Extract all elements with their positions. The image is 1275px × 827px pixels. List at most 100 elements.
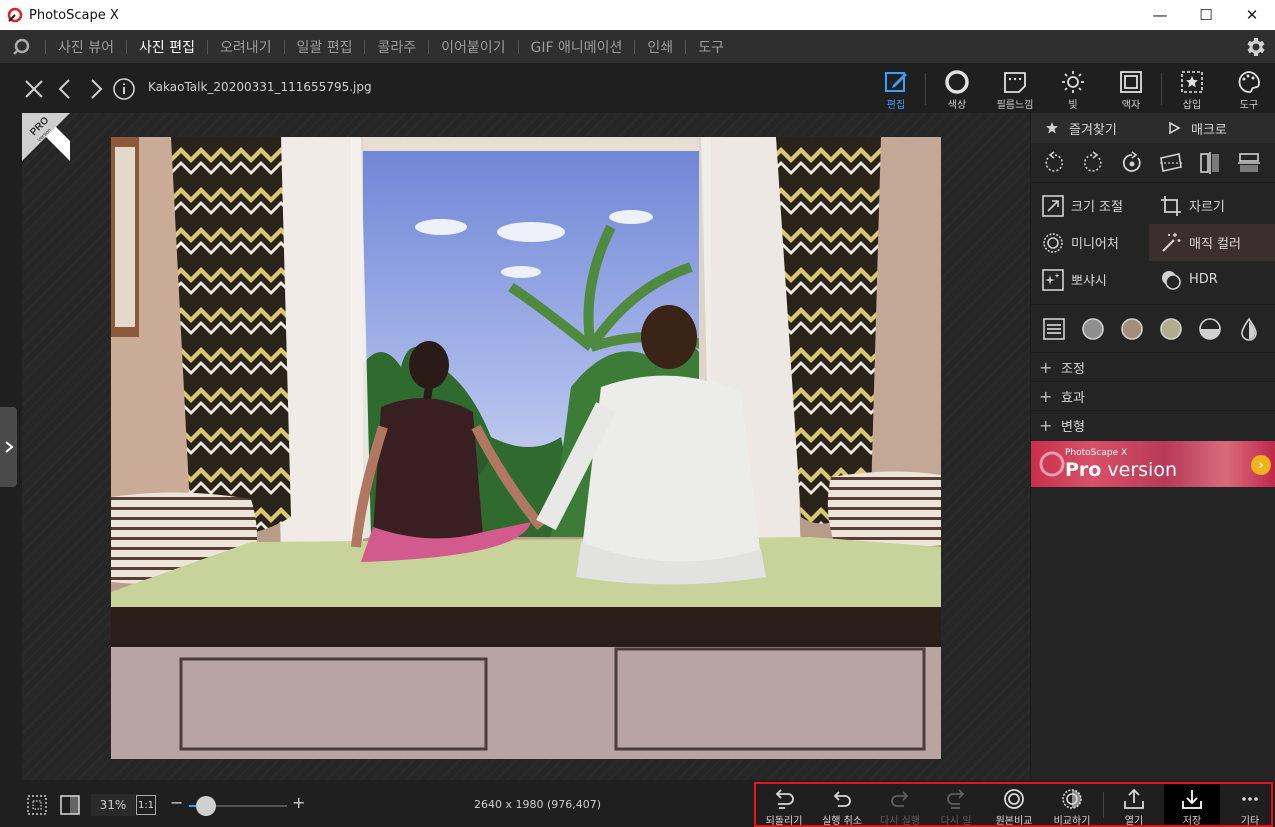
zoom-in-button[interactable]: + <box>292 793 305 812</box>
menu-batch[interactable]: 일괄 편집 <box>285 37 365 57</box>
bloom-icon <box>1042 268 1064 291</box>
miniature-icon <box>1043 232 1063 253</box>
more-button[interactable]: 기타 <box>1222 784 1275 827</box>
split-view-icon[interactable] <box>59 794 81 816</box>
plus-icon: + <box>1039 386 1053 406</box>
rotate-flip-row <box>1031 143 1275 183</box>
zoom-slider[interactable] <box>189 796 287 816</box>
section-transform[interactable]: + 변형 <box>1031 410 1275 439</box>
menu-viewer[interactable]: 사진 뷰어 <box>46 37 126 57</box>
redo-all-icon <box>947 789 965 809</box>
straighten-icon[interactable] <box>1158 150 1184 176</box>
open-button[interactable]: 열기 <box>1106 784 1162 827</box>
drop-icon[interactable] <box>1236 316 1262 342</box>
info-icon[interactable] <box>112 77 136 101</box>
tool-color[interactable]: 색상 <box>931 67 983 113</box>
zoom-out-button[interactable]: − <box>170 793 183 812</box>
rotate-free-icon[interactable] <box>1119 150 1145 176</box>
tab-favorites[interactable]: 즐겨찾기 <box>1031 119 1153 138</box>
list-icon[interactable] <box>1041 316 1067 342</box>
filter-half-icon[interactable] <box>1197 316 1223 342</box>
filter-vintage-icon[interactable] <box>1158 316 1184 342</box>
section-effects[interactable]: + 효과 <box>1031 381 1275 410</box>
close-window-button[interactable]: ✕ <box>1229 0 1275 30</box>
title-bar: PhotoScape X — ☐ ✕ <box>0 0 1275 30</box>
pro-version-badge: PRO Version <box>22 113 70 161</box>
menu-editor[interactable]: 사진 편집 <box>127 37 207 57</box>
redo-all-button[interactable]: 다시 일 <box>928 784 984 827</box>
home-logo-icon[interactable] <box>11 37 31 57</box>
close-icon[interactable] <box>22 77 46 101</box>
color-icon <box>945 70 969 94</box>
undo-button[interactable]: 실행 취소 <box>814 784 870 827</box>
left-panel-toggle[interactable] <box>0 407 17 487</box>
flip-horizontal-icon[interactable] <box>1197 150 1223 176</box>
play-icon <box>1169 121 1181 135</box>
undo-icon <box>833 791 851 807</box>
tool-insert[interactable]: 삽입 <box>1166 67 1218 113</box>
toolbar-separator <box>1161 73 1162 105</box>
edit-actions-group: 되돌리기 실행 취소 다시 실행 다시 일 원본비교 비교하기 열기 저장 기타 <box>754 782 1273 827</box>
actions-separator <box>1103 792 1104 818</box>
star-icon <box>1046 122 1058 134</box>
actual-size-button[interactable]: 1:1 <box>136 795 156 815</box>
filter-gray-icon[interactable] <box>1080 316 1106 342</box>
redo-button[interactable]: 다시 실행 <box>872 784 928 827</box>
tool-light[interactable]: 빛 <box>1047 67 1099 113</box>
menu-cut-out[interactable]: 오려내기 <box>208 37 284 57</box>
zoom-level[interactable]: 31% <box>91 794 135 816</box>
menu-gif[interactable]: GIF 애니메이션 <box>519 37 635 57</box>
banner-subtitle: PhotoScape X <box>1065 448 1128 458</box>
tool-crop[interactable]: 자르기 <box>1149 187 1267 224</box>
minimize-button[interactable]: — <box>1137 0 1183 30</box>
compare-icon <box>1062 789 1082 809</box>
rotate-left-icon[interactable] <box>1041 150 1067 176</box>
tool-hdr[interactable]: HDR <box>1149 261 1267 298</box>
insert-icon <box>1181 71 1203 93</box>
next-icon[interactable] <box>83 77 107 101</box>
previous-icon[interactable] <box>54 77 78 101</box>
edit-toolbar: KakaoTalk_20200331_111655795.jpg 편집 색상 필… <box>0 63 1275 113</box>
main-menu-bar: 사진 뷰어 사진 편집 오려내기 일괄 편집 콜라주 이어붙이기 GIF 애니메… <box>0 30 1275 63</box>
menu-combine[interactable]: 이어붙이기 <box>429 37 517 57</box>
tool-bloom[interactable]: 뽀샤시 <box>1031 261 1149 298</box>
zoom-slider-thumb[interactable] <box>196 796 216 816</box>
filter-warm-icon[interactable] <box>1119 316 1145 342</box>
save-button[interactable]: 저장 <box>1164 784 1220 827</box>
tools-icon <box>1238 71 1260 93</box>
chevron-right-icon <box>4 441 14 453</box>
pro-version-banner[interactable]: PhotoScape X Pro version › <box>1031 441 1275 487</box>
section-adjust[interactable]: + 조정 <box>1031 352 1275 381</box>
tool-film[interactable]: 필름느낌 <box>989 67 1041 113</box>
tool-miniature[interactable]: 미니어처 <box>1031 224 1149 261</box>
revert-button[interactable]: 되돌리기 <box>756 784 812 827</box>
plus-icon: + <box>1039 415 1053 435</box>
selection-icon[interactable] <box>26 794 48 816</box>
image-size-info: 2640 x 1980 (976,407) <box>474 798 602 811</box>
save-icon <box>1182 790 1202 809</box>
tool-frame[interactable]: 액자 <box>1105 67 1157 113</box>
menu-collage[interactable]: 콜라주 <box>365 37 428 57</box>
edit-icon <box>885 72 907 92</box>
edit-side-panel: 즐겨찾기 매크로 크기 조절 자르기 미니어처 매직 컬러 뽀샤시 HDR + … <box>1031 113 1275 780</box>
file-name: KakaoTalk_20200331_111655795.jpg <box>148 80 372 94</box>
menu-print[interactable]: 인쇄 <box>635 37 685 57</box>
plus-icon: + <box>1039 357 1053 377</box>
resize-icon <box>1042 194 1064 217</box>
window-title: PhotoScape X <box>29 7 119 23</box>
magic-color-icon <box>1162 232 1181 252</box>
rotate-right-icon[interactable] <box>1080 150 1106 176</box>
maximize-button[interactable]: ☐ <box>1183 0 1229 30</box>
tab-macro[interactable]: 매크로 <box>1153 119 1275 138</box>
compare-original-button[interactable]: 원본비교 <box>986 784 1042 827</box>
photoscape-logo-icon <box>1039 451 1065 477</box>
tool-magic-color[interactable]: 매직 컬러 <box>1149 224 1275 261</box>
tool-resize[interactable]: 크기 조절 <box>1031 187 1149 224</box>
tool-edit[interactable]: 편집 <box>870 67 922 113</box>
gear-icon[interactable] <box>1243 35 1267 59</box>
filter-preset-row <box>1031 304 1275 352</box>
flip-vertical-icon[interactable] <box>1236 150 1262 176</box>
tool-tools[interactable]: 도구 <box>1223 67 1275 113</box>
compare-button[interactable]: 비교하기 <box>1044 784 1100 827</box>
menu-tools[interactable]: 도구 <box>686 37 736 57</box>
